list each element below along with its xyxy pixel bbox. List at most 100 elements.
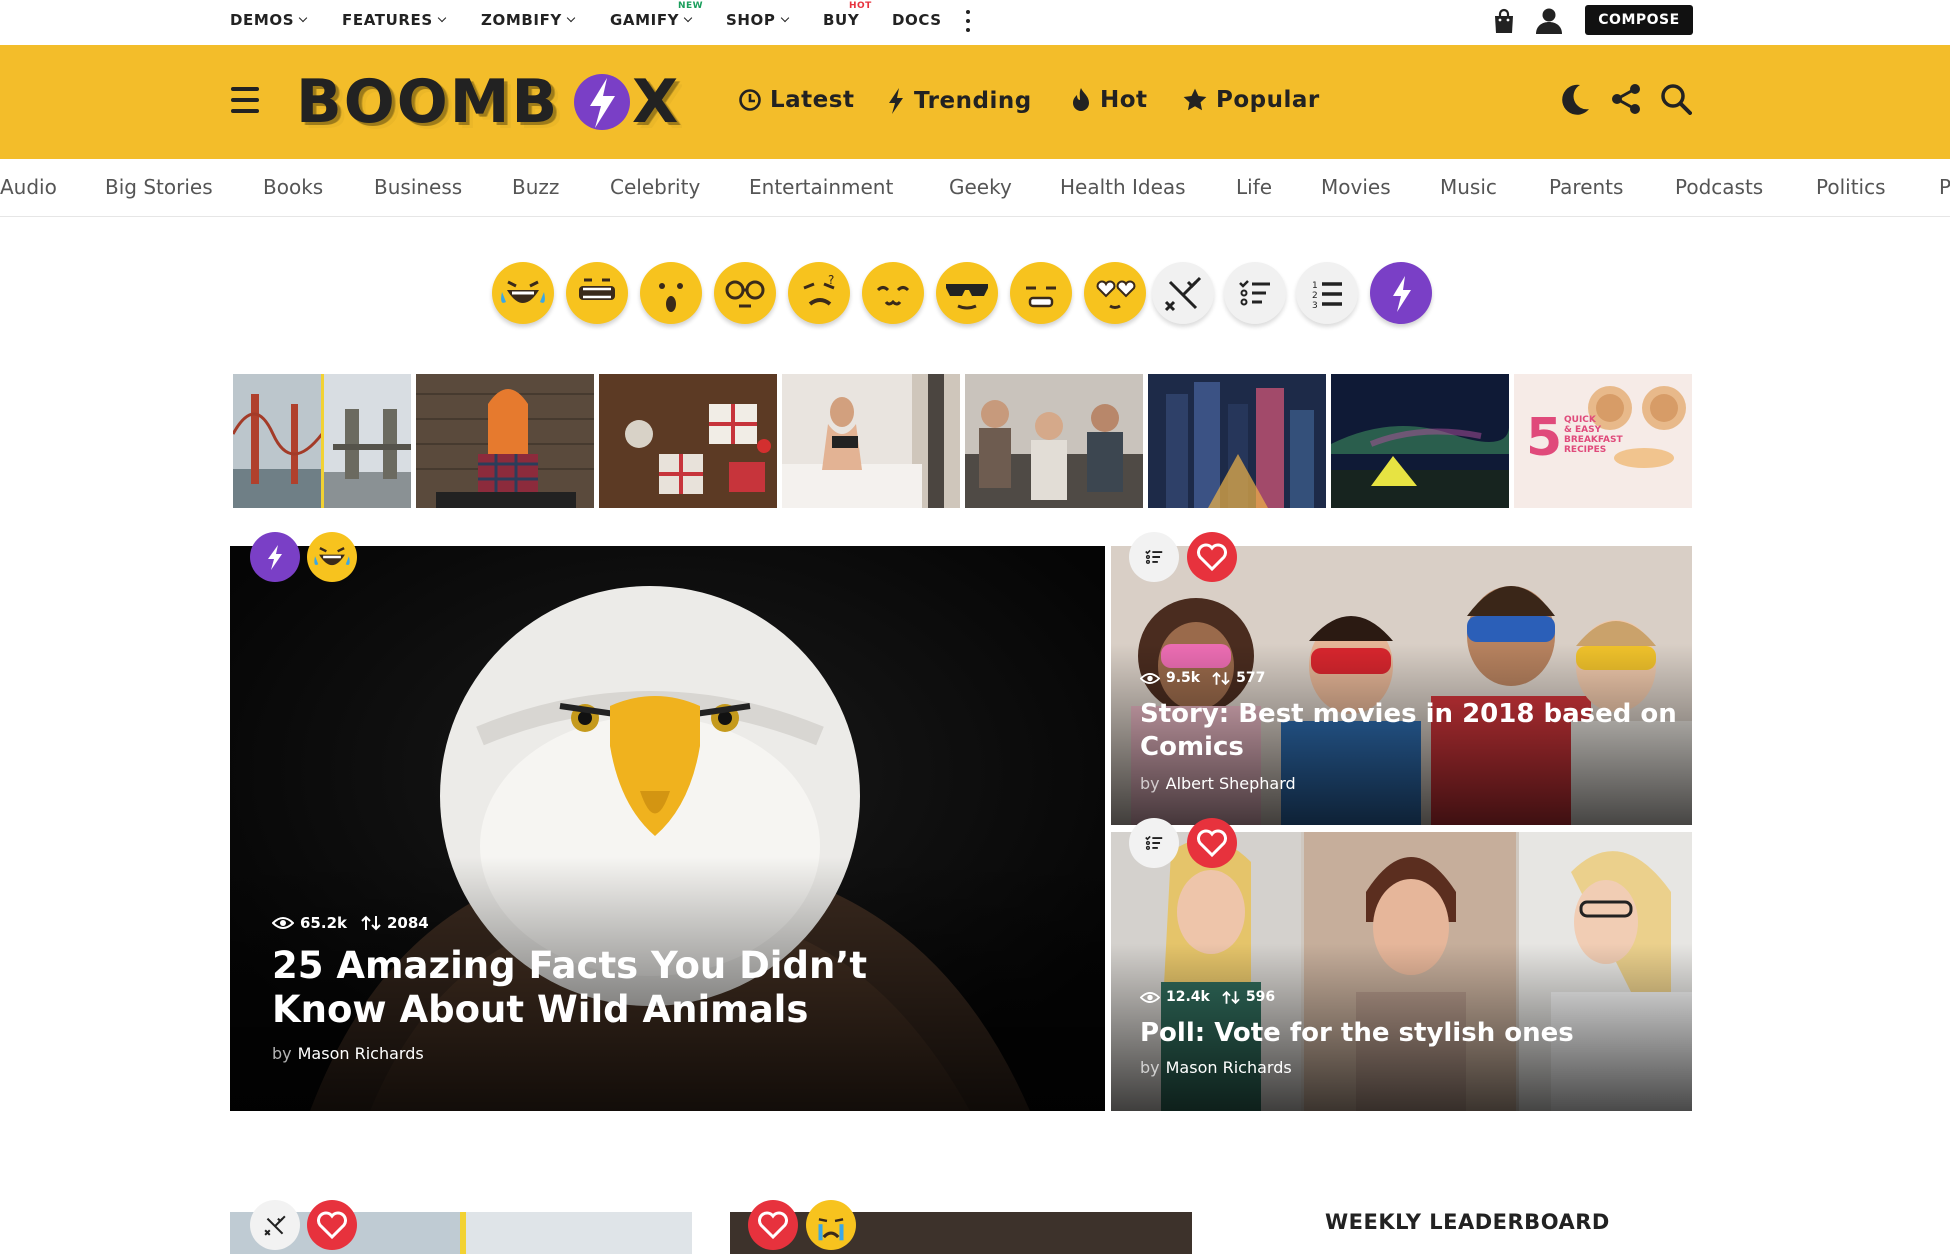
featured-byline: by Mason Richards [272,1044,424,1063]
thumb-party-friends[interactable] [965,374,1143,508]
category-geeky[interactable]: Geeky [949,175,1012,199]
trending-badge-icon[interactable] [250,532,300,582]
category-bar: Audio Big Stories Books Business Buzz Ce… [0,159,1950,217]
side-post-stats: 9.5k 577 [1140,670,1265,686]
love-badge-icon[interactable] [748,1200,798,1250]
category-business[interactable]: Business [374,175,462,199]
love-badge-icon[interactable] [1187,818,1237,868]
side-post-title[interactable]: Poll: Vote for the stylish ones [1140,1017,1680,1050]
side-post-title[interactable]: Story: Best movies in 2018 based on Comi… [1140,698,1680,763]
category-movies[interactable]: Movies [1321,175,1391,199]
svg-text:X: X [632,70,679,134]
featured-author[interactable]: Mason Richards [298,1044,424,1063]
reaction-confused-icon[interactable]: ? [788,262,850,324]
side-post-card[interactable]: 12.4k 596 Poll: Vote for the stylish one… [1111,832,1692,1111]
nav-latest[interactable]: Latest [738,87,854,113]
nav-shop[interactable]: SHOP [726,11,789,29]
chevron-down-icon [683,13,693,23]
category-celebrity[interactable]: Celebrity [610,175,700,199]
share-icon[interactable] [1610,83,1642,115]
top-bar: DEMOS FEATURES ZOMBIFY GAMIFY NEW SHOP BU… [0,0,1950,45]
checklist-icon[interactable] [1224,262,1286,324]
trending-bolt-icon[interactable] [1370,262,1432,324]
reaction-love-icon[interactable] [1084,262,1146,324]
svg-text:BOOMB: BOOMB [296,70,559,134]
category-books[interactable]: Books [263,175,323,199]
thumb-dj-girl[interactable] [416,374,594,508]
hot-tag: HOT [849,1,872,11]
side-post-card[interactable]: 9.5k 577 Story: Best movies in 2018 base… [1111,546,1692,825]
svg-text:3: 3 [1312,301,1318,311]
nav-zombify[interactable]: ZOMBIFY [481,11,576,29]
eye-icon [272,917,294,929]
bolt-icon [889,88,903,114]
by-label: by [1140,774,1160,793]
chevron-down-icon [437,13,446,23]
moon-icon[interactable] [1560,83,1590,115]
main-header: BOOMB BOOMB X X Latest Trending Hot Popu… [0,45,1950,159]
nav-buy[interactable]: BUY HOT [823,1,871,29]
side-post-author[interactable]: Mason Richards [1166,1058,1292,1077]
love-badge-icon[interactable] [1187,532,1237,582]
category-big-stories[interactable]: Big Stories [105,175,213,199]
reaction-wow-icon[interactable] [640,262,702,324]
thumb-city-night[interactable] [1148,374,1326,508]
category-buzz[interactable]: Buzz [512,175,559,199]
nav-gamify[interactable]: GAMIFY NEW [610,1,703,29]
boombox-logo: BOOMB BOOMB X X [296,67,682,140]
reaction-cool-icon[interactable] [936,262,998,324]
nav-popular[interactable]: Popular [1182,87,1320,113]
eye-icon [1140,672,1160,684]
category-politics[interactable]: Politics [1816,175,1886,199]
thumb-bridges[interactable] [233,374,411,508]
brand-logo[interactable]: BOOMB BOOMB X X [296,67,682,140]
shopping-bag-icon[interactable] [1493,8,1515,34]
nav-demos[interactable]: DEMOS [230,11,308,29]
category-music[interactable]: Music [1440,175,1497,199]
reaction-omg-icon[interactable] [566,262,628,324]
featured-post-card[interactable]: 65.2k 2084 25 Amazing Facts You Didn’t K… [230,546,1105,1111]
category-parents[interactable]: Parents [1549,175,1623,199]
category-entertainment[interactable]: Entertainment [749,175,893,199]
nav-docs[interactable]: DOCS [892,11,942,29]
reaction-fail-icon[interactable] [1010,262,1072,324]
nav-buy-label: BUY [823,11,860,29]
user-icon[interactable] [1535,7,1563,35]
nav-hot[interactable]: Hot [1070,87,1148,113]
share-count-icon [1212,671,1230,685]
category-life[interactable]: Life [1236,175,1272,199]
thumb-gift-boxes[interactable] [599,374,777,508]
category-more[interactable]: P [1939,175,1950,199]
cry-badge-icon[interactable] [806,1200,856,1250]
thumb-northern-lights[interactable] [1331,374,1509,508]
side-post-author[interactable]: Albert Shephard [1166,774,1296,793]
nav-latest-label: Latest [770,87,855,113]
numbered-list-icon[interactable]: 123 [1296,262,1358,324]
category-podcasts[interactable]: Podcasts [1675,175,1763,199]
love-badge-icon[interactable] [307,1200,357,1250]
checklist-badge-icon[interactable] [1129,818,1179,868]
more-icon[interactable] [965,8,971,34]
search-icon[interactable] [1660,83,1692,115]
reaction-cute-icon[interactable] [862,262,924,324]
checklist-badge-icon[interactable] [1129,532,1179,582]
reaction-geeky-icon[interactable] [714,262,776,324]
versus-icon[interactable] [1152,262,1214,324]
category-health-ideas[interactable]: Health Ideas [1060,175,1186,199]
category-audio[interactable]: Audio [0,175,57,199]
menu-icon[interactable] [231,87,259,113]
bottom-post-card[interactable] [730,1212,1192,1254]
compose-button[interactable]: COMPOSE [1585,5,1693,35]
featured-title[interactable]: 25 Amazing Facts You Didn’t Know About W… [272,944,992,1033]
new-tag: NEW [678,1,704,11]
lol-badge-icon[interactable] [307,532,357,582]
nav-demos-label: DEMOS [230,11,295,29]
reaction-lol-icon[interactable] [492,262,554,324]
thumb-woman-on-bed[interactable] [782,374,960,508]
thumb-breakfast-recipes[interactable]: 5 QUICK & EASY BREAKFAST RECIPES [1514,374,1692,508]
nav-trending[interactable]: Trending [886,87,1032,115]
side-post-shares: 596 [1245,989,1276,1005]
versus-badge-icon[interactable] [250,1200,300,1250]
side-post-views: 12.4k [1166,989,1210,1005]
nav-features[interactable]: FEATURES [342,11,446,29]
